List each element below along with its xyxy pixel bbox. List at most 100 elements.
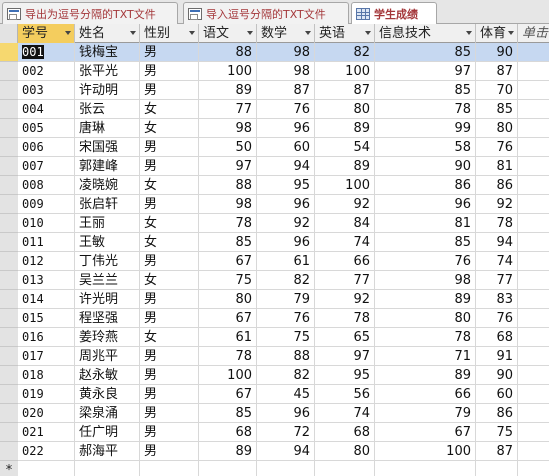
cell-math[interactable]: 72 [257,423,315,442]
cell-name[interactable]: 郝海平 [75,442,140,461]
table-row[interactable]: 007 郭建峰 男 97 94 89 90 81 [18,157,549,176]
table-row[interactable]: 006 宋国强 男 50 60 54 58 76 [18,138,549,157]
cell-pe[interactable]: 90 [476,366,518,385]
record-selector[interactable] [0,138,18,157]
cell-info-tech[interactable]: 100 [375,442,476,461]
table-row[interactable]: 020 梁泉涌 男 85 96 74 79 86 [18,404,549,423]
cell-gender[interactable]: 男 [140,81,199,100]
cell-add-new[interactable] [518,271,549,290]
cell-add-new[interactable] [518,176,549,195]
cell-pe[interactable]: 86 [476,176,518,195]
cell-info-tech[interactable]: 71 [375,347,476,366]
cell-math[interactable]: 82 [257,366,315,385]
cell-chinese[interactable]: 85 [199,404,257,423]
record-selector[interactable] [0,195,18,214]
record-selector[interactable] [0,271,18,290]
cell-student-id[interactable]: 008 [18,176,75,195]
cell-add-new[interactable] [518,62,549,81]
cell-info-tech[interactable]: 89 [375,290,476,309]
cell-math[interactable]: 88 [257,347,315,366]
record-selector[interactable] [0,62,18,81]
cell-add-new[interactable] [518,43,549,62]
cell-pe[interactable]: 75 [476,423,518,442]
table-row[interactable]: 005 唐琳 女 98 96 89 99 80 [18,119,549,138]
cell-student-id[interactable]: 017 [18,347,75,366]
cell-add-new[interactable] [518,404,549,423]
cell-name[interactable] [75,461,140,476]
record-selector[interactable] [0,252,18,271]
record-selector[interactable] [0,214,18,233]
table-row[interactable]: 001 钱梅宝 男 88 98 82 85 90 [18,43,549,62]
tab-student-scores[interactable]: 学生成绩 [351,2,437,25]
cell-chinese[interactable]: 77 [199,100,257,119]
cell-student-id[interactable]: 009 [18,195,75,214]
cell-chinese[interactable]: 78 [199,214,257,233]
column-header-info-tech[interactable]: 信息技术 [375,24,476,43]
cell-name[interactable]: 郭建峰 [75,157,140,176]
cell-english[interactable]: 74 [315,233,375,252]
table-row[interactable]: 009 张启轩 男 98 96 92 96 92 [18,195,549,214]
column-header-chinese[interactable]: 语文 [199,24,257,43]
cell-pe[interactable]: 76 [476,138,518,157]
cell-english[interactable]: 97 [315,347,375,366]
chevron-down-icon[interactable] [466,31,472,35]
cell-info-tech[interactable]: 96 [375,195,476,214]
cell-student-id[interactable]: 020 [18,404,75,423]
cell-gender[interactable]: 女 [140,176,199,195]
cell-info-tech[interactable]: 85 [375,233,476,252]
column-header-math[interactable]: 数学 [257,24,315,43]
cell-name[interactable]: 梁泉涌 [75,404,140,423]
cell-chinese[interactable]: 85 [199,233,257,252]
cell-add-new[interactable] [518,138,549,157]
cell-student-id[interactable]: 004 [18,100,75,119]
tab-import-comma-txt[interactable]: 导入逗号分隔的TXT文件 [183,2,349,24]
cell-math[interactable]: 96 [257,119,315,138]
table-row[interactable]: 013 吴兰兰 女 75 82 77 98 77 [18,271,549,290]
chevron-down-icon[interactable] [189,31,195,35]
cell-english[interactable]: 100 [315,62,375,81]
record-selector[interactable] [0,233,18,252]
cell-math[interactable]: 79 [257,290,315,309]
record-selector[interactable] [0,366,18,385]
cell-chinese[interactable]: 67 [199,309,257,328]
chevron-down-icon[interactable] [305,31,311,35]
table-row[interactable]: 011 王敏 女 85 96 74 85 94 [18,233,549,252]
record-selector[interactable] [0,404,18,423]
cell-student-id[interactable]: 011 [18,233,75,252]
cell-name[interactable]: 黄永良 [75,385,140,404]
cell-name[interactable]: 王丽 [75,214,140,233]
cell-pe[interactable]: 76 [476,309,518,328]
cell-math[interactable]: 94 [257,157,315,176]
chevron-down-icon[interactable] [365,31,371,35]
column-header-student-id[interactable]: 学号 [18,24,75,43]
cell-pe[interactable]: 68 [476,328,518,347]
table-row[interactable]: 019 黄永良 男 67 45 56 66 60 [18,385,549,404]
cell-add-new[interactable] [518,442,549,461]
cell-chinese[interactable]: 98 [199,119,257,138]
table-row[interactable]: 003 许动明 男 89 87 87 85 70 [18,81,549,100]
cell-add-new[interactable] [518,233,549,252]
cell-add-new[interactable] [518,423,549,442]
cell-english[interactable]: 65 [315,328,375,347]
cell-math[interactable]: 60 [257,138,315,157]
table-row[interactable]: 015 程坚强 男 67 76 78 80 76 [18,309,549,328]
record-selector[interactable] [0,100,18,119]
cell-english[interactable]: 100 [315,176,375,195]
cell-gender[interactable]: 男 [140,442,199,461]
cell-pe[interactable]: 85 [476,100,518,119]
cell-info-tech[interactable]: 90 [375,157,476,176]
cell-english[interactable]: 78 [315,309,375,328]
table-row[interactable]: 017 周兆平 男 78 88 97 71 91 [18,347,549,366]
cell-chinese[interactable]: 88 [199,43,257,62]
new-record-row[interactable] [18,461,549,476]
cell-name[interactable]: 吴兰兰 [75,271,140,290]
cell-english[interactable]: 77 [315,271,375,290]
cell-add-new[interactable] [518,100,549,119]
cell-chinese[interactable]: 68 [199,423,257,442]
cell-add-new[interactable] [518,119,549,138]
cell-student-id[interactable]: 018 [18,366,75,385]
cell-english[interactable]: 95 [315,366,375,385]
cell-chinese[interactable]: 100 [199,62,257,81]
chevron-down-icon[interactable] [247,31,253,35]
cell-math[interactable]: 76 [257,309,315,328]
